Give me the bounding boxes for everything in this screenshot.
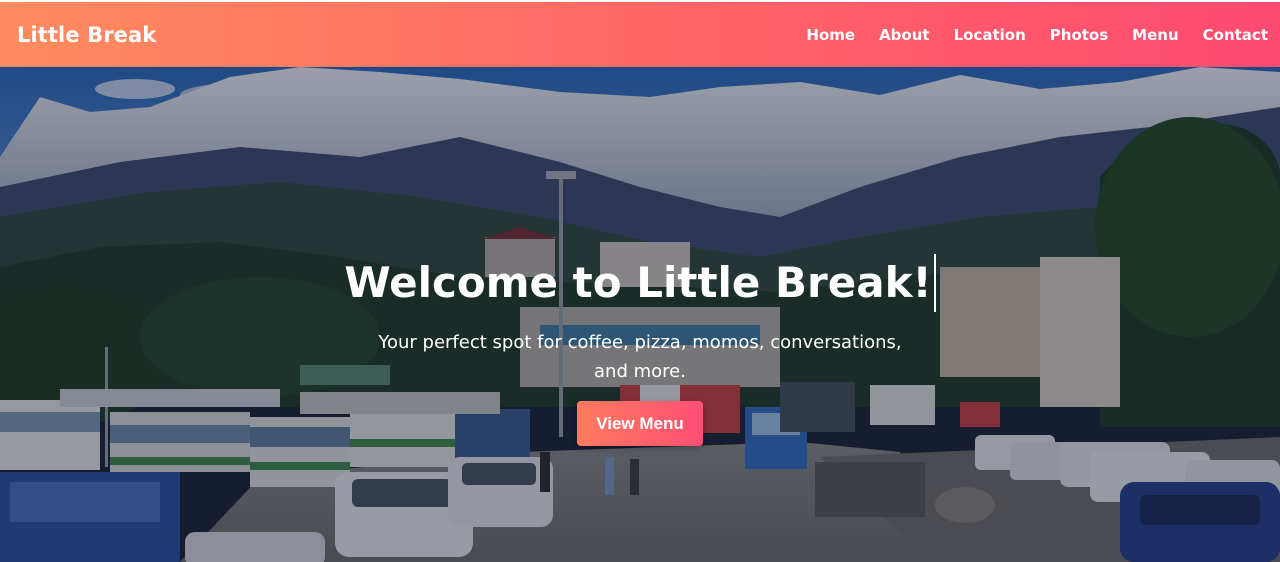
nav-link-location[interactable]: Location [954, 26, 1026, 44]
brand-logo[interactable]: Little Break [17, 23, 156, 47]
main-nav: Home About Location Photos Menu Contact [782, 26, 1268, 44]
hero-subtitle: Your perfect spot for coffee, pizza, mom… [378, 331, 902, 382]
hero-title: Welcome to Little Break! [344, 253, 936, 312]
nav-link-menu[interactable]: Menu [1132, 26, 1178, 44]
typing-caret [933, 253, 936, 312]
hero-section: Welcome to Little Break! Your perfect sp… [0, 67, 1280, 562]
nav-link-about[interactable]: About [879, 26, 930, 44]
nav-link-contact[interactable]: Contact [1203, 26, 1268, 44]
view-menu-button[interactable]: View Menu [577, 400, 703, 446]
top-navbar: Little Break Home About Location Photos … [0, 0, 1280, 67]
nav-link-photos[interactable]: Photos [1050, 26, 1108, 44]
nav-link-home[interactable]: Home [806, 26, 855, 44]
hero-content: Welcome to Little Break! Your perfect sp… [340, 253, 940, 446]
hero-title-text: Welcome to Little Break! [344, 258, 932, 307]
